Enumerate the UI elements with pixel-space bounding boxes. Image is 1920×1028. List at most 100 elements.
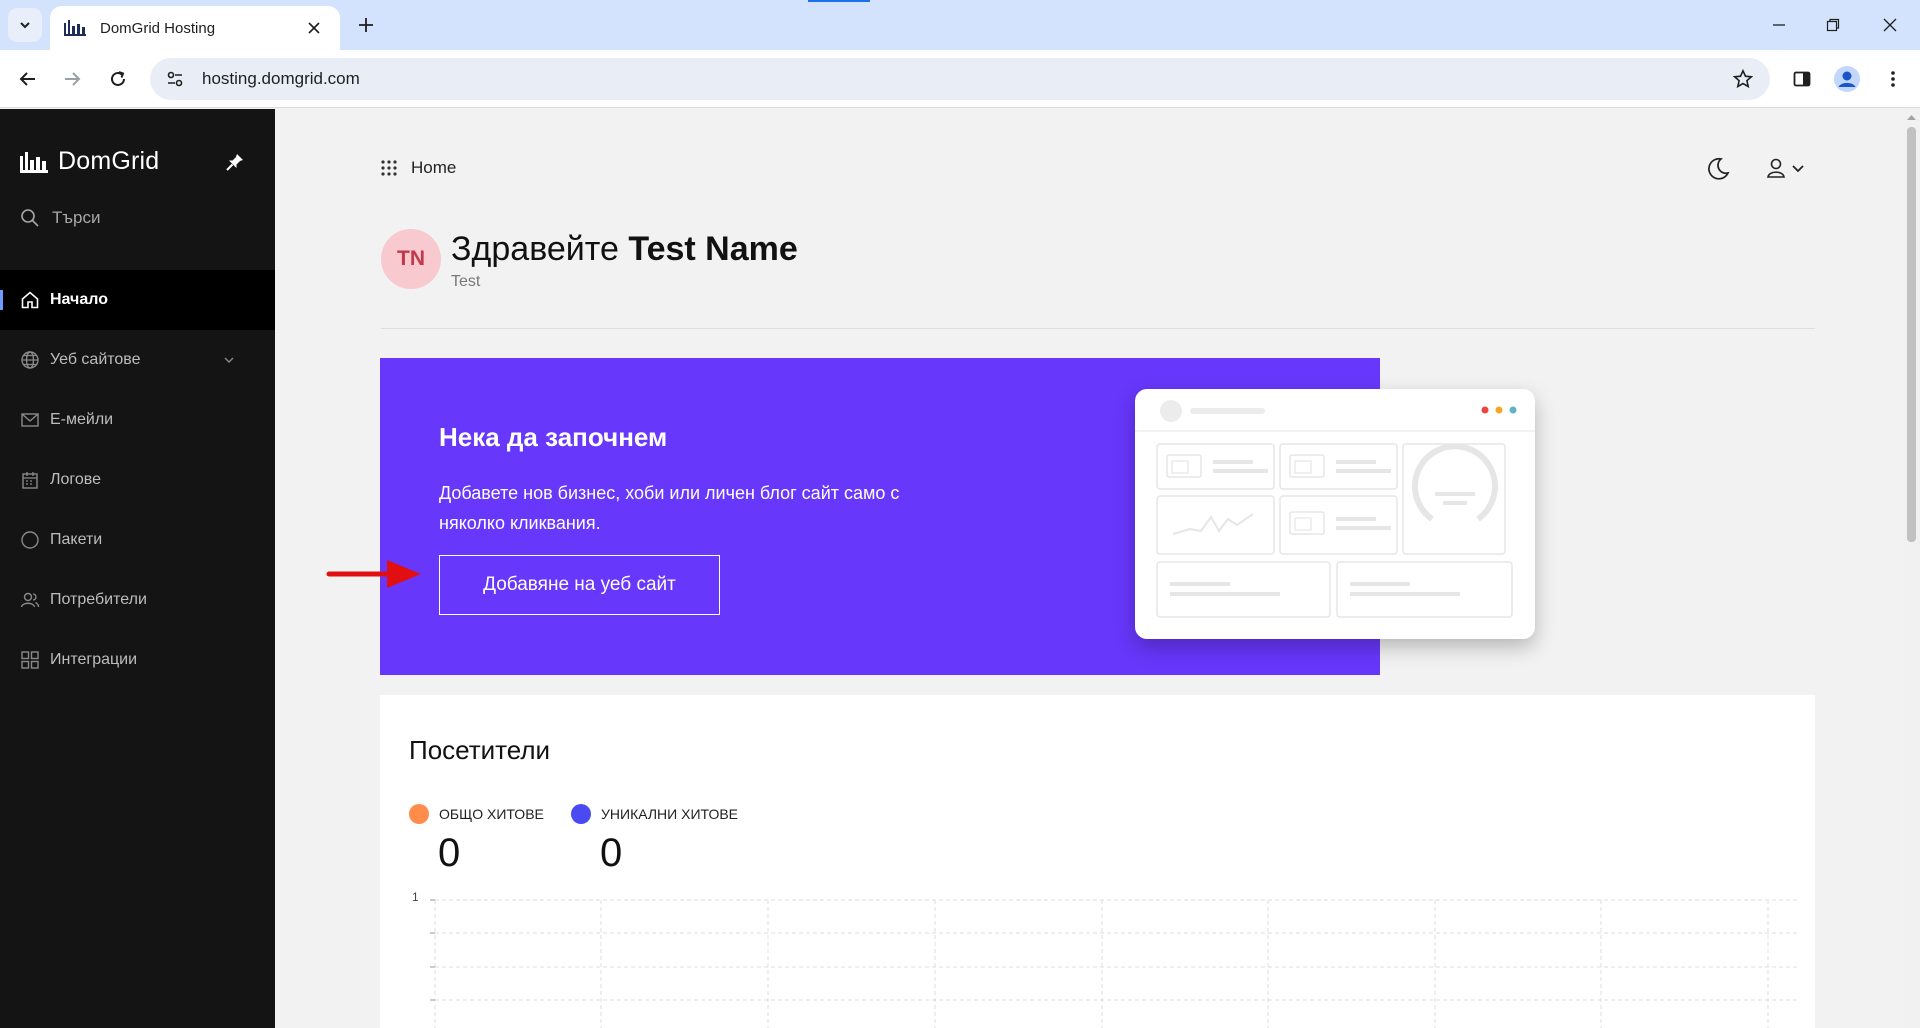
browser-tab-bar: DomGrid Hosting <box>0 0 1920 50</box>
back-button[interactable] <box>12 63 44 95</box>
address-bar[interactable]: hosting.domgrid.com <box>150 58 1770 100</box>
chevron-down-icon <box>1792 165 1804 173</box>
side-panel-button[interactable] <box>1786 63 1818 95</box>
legend-total-label: ОБЩО ХИТОВЕ <box>439 806 544 822</box>
sidebar-item-websites[interactable]: Уеб сайтове <box>0 330 275 390</box>
reload-icon <box>111 71 125 86</box>
close-icon <box>1883 18 1897 32</box>
more-vertical-icon <box>1891 71 1895 87</box>
restore-window-button[interactable] <box>1817 10 1849 40</box>
brand-name: DomGrid <box>58 147 160 175</box>
greeting: TN Здравейте Test Name Test <box>381 229 798 291</box>
user-menu-button[interactable] <box>1765 157 1805 179</box>
sidebar: DomGrid Търси Начало Уеб сайтове Е-мейли… <box>0 109 275 1028</box>
tab-close-button[interactable] <box>302 16 326 40</box>
chevron-down-icon <box>224 357 234 363</box>
legend-dot-unique <box>571 804 591 824</box>
greeting-user-name: Test Name <box>628 230 798 268</box>
sidebar-item-label: Е-мейли <box>50 411 114 428</box>
banner-title: Нека да започнем <box>439 422 668 452</box>
browser-toolbar: hosting.domgrid.com <box>0 50 1920 108</box>
scroll-up-arrow-icon[interactable] <box>1903 111 1920 125</box>
sidebar-item-users[interactable]: Потребители <box>0 570 275 630</box>
forward-button[interactable] <box>56 63 88 95</box>
browser-tab-title: DomGrid Hosting <box>100 19 216 37</box>
banner-text: Добавете нов бизнес, хоби или личен блог… <box>439 483 900 533</box>
main-content: Home TN Здравейте Test Name Test Нека да… <box>275 109 1920 1028</box>
sidebar-search[interactable]: Търси <box>20 208 100 228</box>
y-axis-ticks <box>430 899 435 1001</box>
breadcrumb: Home <box>381 158 456 178</box>
sidebar-item-packages[interactable]: Пакети <box>0 510 275 570</box>
search-icon <box>21 209 39 227</box>
star-icon <box>1733 69 1753 89</box>
sidebar-item-label: Уеб сайтове <box>50 351 141 368</box>
bookmark-star-button[interactable] <box>1728 64 1758 94</box>
sidebar-item-label: Пакети <box>50 531 103 548</box>
profile-button[interactable] <box>1831 63 1863 95</box>
sidebar-item-integrations[interactable]: Интеграции <box>0 630 275 690</box>
mail-icon <box>21 413 39 427</box>
legend-unique-label: УНИКАЛНИ ХИТОВЕ <box>601 806 739 822</box>
legend-dot-total <box>409 804 429 824</box>
sidebar-item-logs[interactable]: Логове <box>0 450 275 510</box>
arrow-left-icon <box>19 72 35 86</box>
total-hits-value: 0 <box>438 831 461 875</box>
grid-icon <box>21 651 39 669</box>
domgrid-favicon-icon <box>64 20 86 36</box>
tab-search-button[interactable] <box>8 8 42 42</box>
sidebar-item-label: Начало <box>50 291 108 308</box>
pin-icon[interactable] <box>224 151 246 173</box>
users-icon <box>20 592 40 608</box>
sidebar-search-placeholder: Търси <box>52 208 101 227</box>
brand-logo-link[interactable]: DomGrid <box>20 147 159 176</box>
legend-total-hits[interactable]: ОБЩО ХИТОВЕ <box>409 804 544 824</box>
site-info-icon[interactable] <box>164 68 186 90</box>
browser-tab[interactable]: DomGrid Hosting <box>50 6 340 50</box>
divider <box>381 328 1815 329</box>
close-icon <box>308 22 320 34</box>
dark-mode-moon-icon[interactable] <box>1705 156 1731 182</box>
red-arrow-annotation-icon <box>326 560 421 588</box>
restore-icon <box>1826 18 1840 32</box>
greeting-title: Здравейте Test Name <box>451 229 798 269</box>
greeting-prefix: Здравейте <box>451 230 619 268</box>
new-tab-button[interactable] <box>352 11 380 39</box>
chart-gridlines <box>434 899 1800 1028</box>
scrollbar-thumb[interactable] <box>1907 127 1916 542</box>
profile-avatar-icon <box>1834 66 1860 92</box>
calendar-icon <box>22 472 38 489</box>
user-icon <box>1767 158 1785 178</box>
sidebar-item-emails[interactable]: Е-мейли <box>0 390 275 450</box>
sidebar-item-label: Интеграции <box>50 651 138 668</box>
domgrid-logo-icon <box>20 151 48 173</box>
y-tick-label: 1 <box>412 890 419 904</box>
home-icon <box>21 291 39 309</box>
dashboard-illustration <box>1135 389 1535 639</box>
sidebar-item-home[interactable]: Начало <box>0 270 275 330</box>
scrollbar-track[interactable] <box>1903 109 1920 1028</box>
reload-button[interactable] <box>102 63 134 95</box>
globe-icon <box>21 351 39 369</box>
legend-unique-hits[interactable]: УНИКАЛНИ ХИТОВЕ <box>571 804 738 824</box>
breadcrumb-home[interactable]: Home <box>411 158 456 178</box>
plus-icon <box>359 18 373 32</box>
apps-grid-icon[interactable] <box>381 160 397 176</box>
tab-strip-accent <box>808 0 870 2</box>
sidebar-item-label: Потребители <box>50 591 147 608</box>
sidebar-item-label: Логове <box>50 471 101 488</box>
visitors-chart: 1 <box>412 890 1800 1028</box>
minimize-window-button[interactable] <box>1763 10 1795 40</box>
browser-menu-button[interactable] <box>1877 63 1909 95</box>
side-panel-icon <box>1793 71 1811 87</box>
visitors-title: Посетители <box>409 735 551 765</box>
greeting-subtitle: Test <box>451 273 481 290</box>
circle-icon <box>21 531 39 549</box>
visitors-card: Посетители ОБЩО ХИТОВЕ 0 УНИКАЛНИ ХИТОВЕ… <box>380 695 1815 1028</box>
unique-hits-value: 0 <box>600 831 623 875</box>
minimize-icon <box>1773 24 1785 26</box>
close-window-button[interactable] <box>1874 10 1906 40</box>
avatar: TN <box>381 229 441 289</box>
chevron-down-icon <box>20 22 30 29</box>
add-website-button[interactable]: Добавяне на уеб сайт <box>439 555 720 615</box>
